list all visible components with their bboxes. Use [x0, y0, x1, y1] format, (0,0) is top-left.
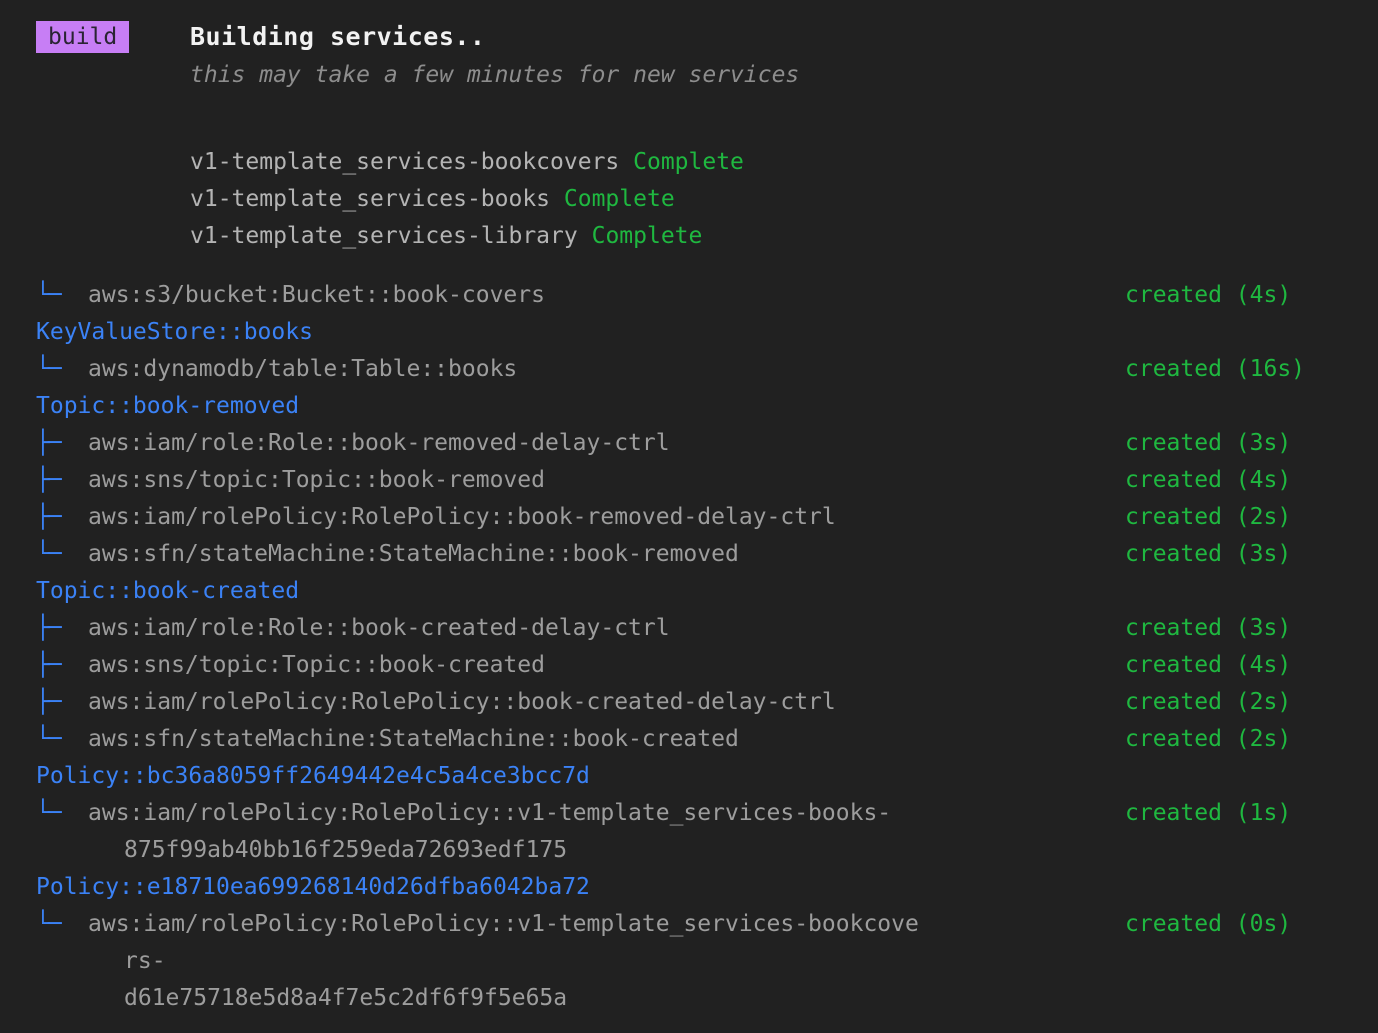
resource-urn-continuation: d61e75718e5d8a4f7e5c2df6f9f5e65a: [124, 985, 568, 1011]
service-build-list: v1-template_services-bookcovers Complete…: [0, 144, 1378, 255]
resource-tree: └─ aws:s3/bucket:Bucket::book-covers creat…: [0, 277, 1378, 1017]
tree-branch-icon: └─: [36, 356, 62, 382]
service-name: v1-template_services-library: [190, 223, 578, 249]
build-header: build Building services.. this may take …: [0, 16, 1378, 122]
resource-urn-continuation: rs-: [124, 948, 166, 974]
tree-branch-icon: ├─: [36, 615, 62, 641]
service-build-row: v1-template_services-bookcovers Complete: [190, 144, 1378, 181]
resource-group: Policy::e18710ea699268140d26dfba6042ba72…: [36, 869, 1378, 1017]
resource-group: Topic::book-removed├─ aws:iam/role:Role::…: [36, 388, 1378, 573]
tree-branch-icon: ├─: [36, 504, 62, 530]
resource-row: ├─ aws:iam/role:Role::book-removed-delay-…: [36, 425, 1378, 462]
resource-row: ├─ aws:sns/topic:Topic::book-removed creat…: [36, 462, 1378, 499]
resource-group: └─ aws:s3/bucket:Bucket::book-covers creat…: [36, 277, 1378, 314]
resource-group-header: Topic::book-removed: [36, 393, 300, 419]
resource-status: created (2s): [1125, 726, 1292, 752]
resource-row: └─ aws:iam/rolePolicy:RolePolicy::v1-temp…: [36, 795, 1378, 869]
page-title: Building services..: [190, 22, 486, 51]
resource-status: created (4s): [1125, 467, 1292, 493]
resource-row: ├─ aws:iam/rolePolicy:RolePolicy::book-re…: [36, 499, 1378, 536]
resource-status: created (3s): [1125, 615, 1292, 641]
tree-branch-icon: ├─: [36, 652, 62, 678]
tree-branch-icon: ├─: [36, 430, 62, 456]
resource-rows: ├─ aws:iam/role:Role::book-created-delay-…: [36, 610, 1378, 758]
resource-status: created (4s): [1125, 282, 1292, 308]
resource-group-header: KeyValueStore::books: [36, 319, 313, 345]
resource-urn-continuation: 875f99ab40bb16f259eda72693edf175: [124, 837, 568, 863]
resource-row: ├─ aws:iam/rolePolicy:RolePolicy::book-cr…: [36, 684, 1378, 721]
service-status: Complete: [563, 186, 675, 212]
page-subtitle: this may take a few minutes for new serv…: [190, 62, 800, 88]
resource-rows: ├─ aws:iam/role:Role::book-removed-delay-…: [36, 425, 1378, 573]
resource-status: created (2s): [1125, 504, 1292, 530]
tree-branch-icon: ├─: [36, 689, 62, 715]
tree-branch-icon: ├─: [36, 467, 62, 493]
resource-status: created (0s): [1125, 911, 1292, 937]
resource-row: └─ aws:sfn/stateMachine:StateMachine::boo…: [36, 721, 1378, 758]
resource-row: └─ aws:s3/bucket:Bucket::book-covers creat…: [36, 277, 1378, 314]
service-status: Complete: [633, 149, 744, 175]
resource-group: Policy::bc36a8059ff2649442e4c5a4ce3bcc7d…: [36, 758, 1378, 869]
resource-group-header: Policy::bc36a8059ff2649442e4c5a4ce3bcc7d: [36, 763, 590, 789]
resource-group: Topic::book-created├─ aws:iam/role:Role::…: [36, 573, 1378, 758]
resource-row: └─ aws:dynamodb/table:Table::books created…: [36, 351, 1378, 388]
resource-row: ├─ aws:sns/topic:Topic::book-created creat…: [36, 647, 1378, 684]
resource-status: created (3s): [1125, 430, 1292, 456]
tree-branch-icon: └─: [36, 911, 62, 937]
resource-status: created (2s): [1125, 689, 1292, 715]
resource-group: KeyValueStore::books└─ aws:dynamodb/table…: [36, 314, 1378, 388]
build-badge: build: [36, 21, 130, 53]
resource-rows: └─ aws:s3/bucket:Bucket::book-covers creat…: [36, 277, 1378, 314]
resource-row: ├─ aws:iam/role:Role::book-created-delay-…: [36, 610, 1378, 647]
resource-rows: └─ aws:iam/rolePolicy:RolePolicy::v1-temp…: [36, 795, 1378, 869]
tree-branch-icon: └─: [36, 800, 62, 826]
resource-group-header: Topic::book-created: [36, 578, 300, 604]
resource-rows: └─ aws:iam/rolePolicy:RolePolicy::v1-temp…: [36, 906, 1378, 1017]
resource-status: created (16s): [1125, 356, 1306, 382]
tree-branch-icon: └─: [36, 726, 62, 752]
resource-status: created (1s): [1125, 800, 1292, 826]
resource-rows: └─ aws:dynamodb/table:Table::books created…: [36, 351, 1378, 388]
service-name: v1-template_services-books: [190, 186, 551, 212]
service-build-row: v1-template_services-books Complete: [190, 181, 1378, 218]
service-name: v1-template_services-bookcovers: [190, 149, 620, 175]
resource-group-header: Policy::e18710ea699268140d26dfba6042ba72: [36, 874, 590, 900]
resource-row: └─ aws:iam/rolePolicy:RolePolicy::v1-temp…: [36, 906, 1378, 1017]
terminal-output-pane: build Building services.. this may take …: [0, 0, 1378, 1033]
resource-row: └─ aws:sfn/stateMachine:StateMachine::boo…: [36, 536, 1378, 573]
resource-status: created (3s): [1125, 541, 1292, 567]
service-status: Complete: [591, 223, 703, 249]
tree-branch-icon: └─: [36, 541, 62, 567]
resource-status: created (4s): [1125, 652, 1292, 678]
service-build-row: v1-template_services-library Complete: [190, 218, 1378, 255]
tree-branch-icon: └─: [36, 282, 62, 308]
